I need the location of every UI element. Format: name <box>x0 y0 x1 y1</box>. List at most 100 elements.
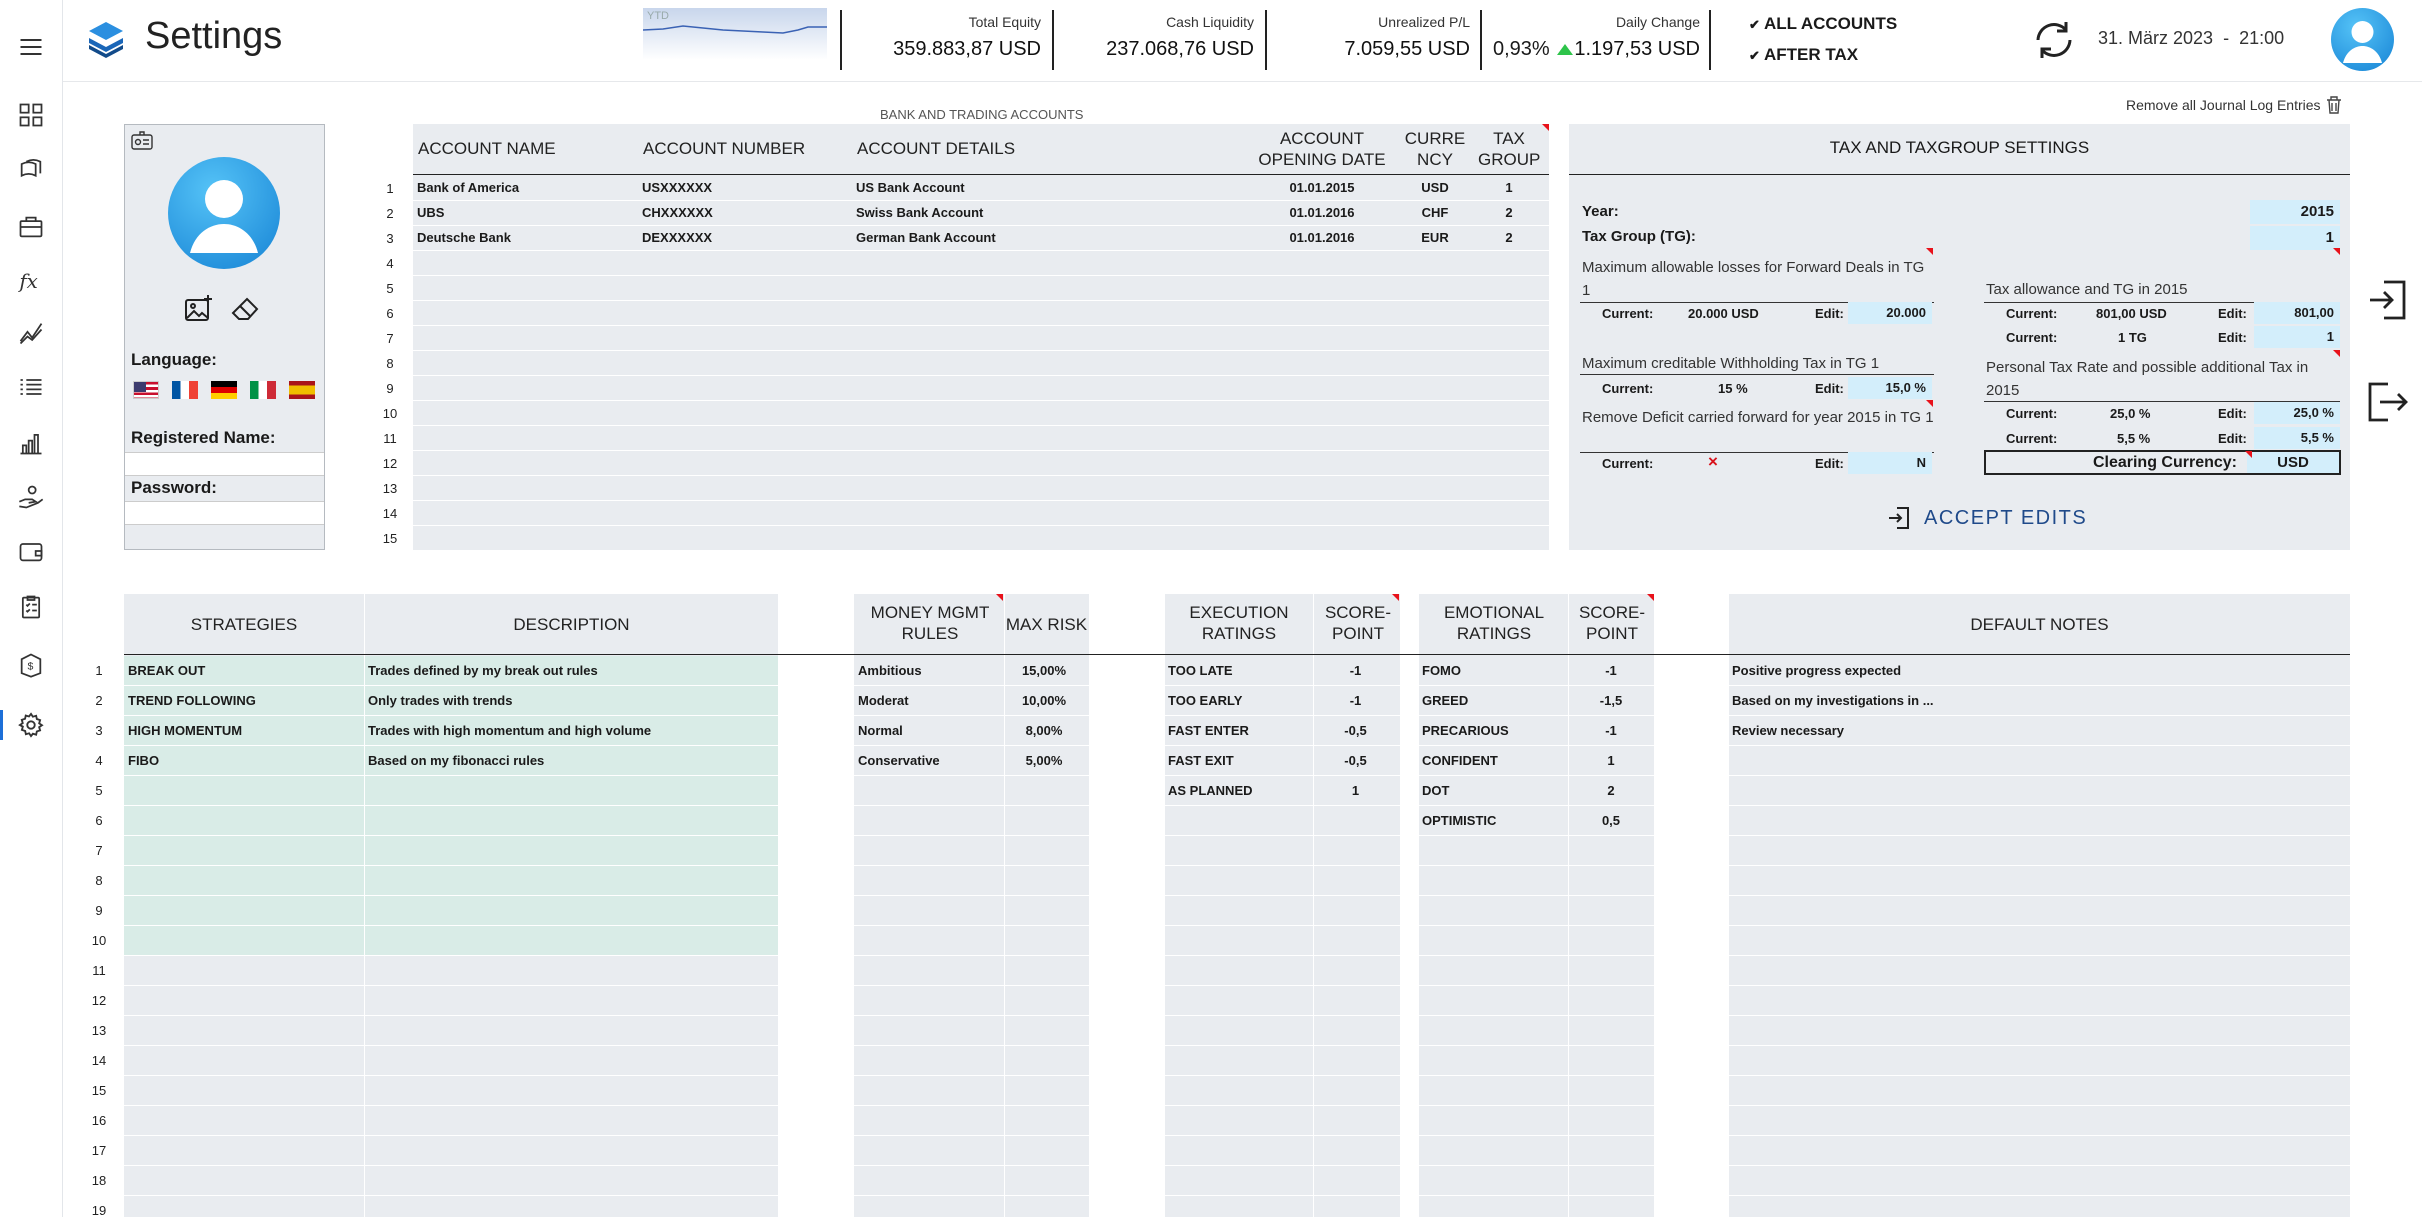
money-rule-cell[interactable]: Normal <box>858 723 998 738</box>
strategy-input-row[interactable] <box>124 866 778 895</box>
emotional-score-cell[interactable]: -1 <box>1568 723 1654 738</box>
emotional-score-cell[interactable]: -1,5 <box>1568 693 1654 708</box>
withholding-edit[interactable]: 15,0 % <box>1848 377 1932 399</box>
user-avatar[interactable] <box>2331 8 2394 71</box>
logout-icon[interactable] <box>2366 380 2408 424</box>
execution-rating-cell[interactable]: TOO LATE <box>1168 663 1308 678</box>
allowance-tg-edit[interactable]: 1 <box>2254 326 2340 348</box>
id-card-icon[interactable] <box>131 131 153 151</box>
fr-flag-icon[interactable] <box>172 381 198 399</box>
account-number-cell[interactable]: USXXXXXX <box>642 180 842 195</box>
strategy-input-row[interactable] <box>124 896 778 925</box>
account-ccy-cell[interactable]: USD <box>1400 180 1470 195</box>
trash-icon[interactable] <box>2326 96 2342 114</box>
emotional-rating-cell[interactable]: GREED <box>1422 693 1562 708</box>
emotional-score-cell[interactable]: 0,5 <box>1568 813 1654 828</box>
year-input[interactable]: 2015 <box>2250 200 2340 224</box>
execution-rating-cell[interactable]: FAST ENTER <box>1168 723 1308 738</box>
hamburger-menu-icon[interactable] <box>16 32 46 62</box>
refresh-icon[interactable] <box>2028 14 2080 66</box>
registered-name-input[interactable] <box>125 452 324 476</box>
journal-icon[interactable] <box>16 156 46 186</box>
strategy-input-row[interactable] <box>124 926 778 955</box>
default-note-cell[interactable]: Positive progress expected <box>1732 663 2232 678</box>
emotional-rating-cell[interactable]: CONFIDENT <box>1422 753 1562 768</box>
money-rule-cell[interactable]: Conservative <box>858 753 998 768</box>
execution-score-cell[interactable]: -1 <box>1313 693 1398 708</box>
rate-edit[interactable]: 25,0 % <box>2254 402 2340 424</box>
eraser-icon[interactable] <box>231 297 259 321</box>
emotional-rating-cell[interactable]: FOMO <box>1422 663 1562 678</box>
remove-journal-link[interactable]: Remove all Journal Log Entries <box>2126 97 2321 113</box>
execution-rating-cell[interactable]: FAST EXIT <box>1168 753 1308 768</box>
dashboard-icon[interactable] <box>16 100 46 130</box>
strategy-desc-cell[interactable]: Based on my fibonacci rules <box>368 753 768 768</box>
allowance-edit[interactable]: 801,00 <box>2254 302 2340 324</box>
max-risk-cell[interactable]: 15,00% <box>1004 663 1084 678</box>
settings-gear-icon[interactable] <box>16 710 46 740</box>
execution-score-cell[interactable]: -0,5 <box>1313 753 1398 768</box>
strategy-desc-cell[interactable]: Only trades with trends <box>368 693 768 708</box>
chart-line-icon[interactable] <box>16 318 46 348</box>
add-tax-edit[interactable]: 5,5 % <box>2254 427 2340 449</box>
us-flag-icon[interactable] <box>133 381 159 399</box>
account-tg-cell[interactable]: 2 <box>1478 205 1540 220</box>
tax-group-input[interactable]: 1 <box>2250 226 2340 250</box>
deficit-edit[interactable]: N <box>1848 452 1932 474</box>
default-note-cell[interactable]: Based on my investigations in ... <box>1732 693 2232 708</box>
toggle-after-tax[interactable]: ✔ AFTER TAX <box>1749 45 1858 65</box>
it-flag-icon[interactable] <box>250 381 276 399</box>
de-flag-icon[interactable] <box>211 381 237 399</box>
clearing-currency-value[interactable]: USD <box>2247 452 2339 473</box>
strategy-input-row[interactable] <box>124 776 778 805</box>
emotional-score-cell[interactable]: -1 <box>1568 663 1654 678</box>
max-loss-edit[interactable]: 20.000 <box>1848 302 1932 324</box>
account-number-cell[interactable]: DEXXXXXX <box>642 230 842 245</box>
account-tg-cell[interactable]: 1 <box>1478 180 1540 195</box>
account-ccy-cell[interactable]: EUR <box>1400 230 1470 245</box>
toggle-all-accounts[interactable]: ✔ ALL ACCOUNTS <box>1749 14 1897 34</box>
profile-avatar[interactable] <box>168 157 280 269</box>
account-name-cell[interactable]: Bank of America <box>417 180 617 195</box>
default-note-cell[interactable]: Review necessary <box>1732 723 2232 738</box>
strategy-desc-cell[interactable]: Trades with high momentum and high volum… <box>368 723 768 738</box>
account-number-cell[interactable]: CHXXXXXX <box>642 205 842 220</box>
account-details-cell[interactable]: Swiss Bank Account <box>856 205 1236 220</box>
execution-score-cell[interactable]: -1 <box>1313 663 1398 678</box>
max-risk-cell[interactable]: 8,00% <box>1004 723 1084 738</box>
emotional-rating-cell[interactable]: PRECARIOUS <box>1422 723 1562 738</box>
account-ccy-cell[interactable]: CHF <box>1400 205 1470 220</box>
emotional-score-cell[interactable]: 2 <box>1568 783 1654 798</box>
upload-image-icon[interactable] <box>184 294 214 322</box>
account-details-cell[interactable]: US Bank Account <box>856 180 1236 195</box>
list-icon[interactable] <box>16 372 46 402</box>
strategy-input-row[interactable] <box>124 806 778 835</box>
money-bag-icon[interactable]: $ <box>16 650 46 680</box>
strategy-name-cell[interactable]: BREAK OUT <box>128 663 358 678</box>
account-date-cell[interactable]: 01.01.2016 <box>1257 205 1387 220</box>
bar-chart-icon[interactable] <box>16 428 46 458</box>
account-details-cell[interactable]: German Bank Account <box>856 230 1236 245</box>
account-name-cell[interactable]: Deutsche Bank <box>417 230 617 245</box>
function-fx-icon[interactable]: fx <box>16 266 46 296</box>
account-date-cell[interactable]: 01.01.2015 <box>1257 180 1387 195</box>
login-icon[interactable] <box>2366 278 2408 322</box>
account-date-cell[interactable]: 01.01.2016 <box>1257 230 1387 245</box>
max-risk-cell[interactable]: 5,00% <box>1004 753 1084 768</box>
max-risk-cell[interactable]: 10,00% <box>1004 693 1084 708</box>
emotional-score-cell[interactable]: 1 <box>1568 753 1654 768</box>
account-name-cell[interactable]: UBS <box>417 205 617 220</box>
wallet-icon[interactable] <box>16 536 46 566</box>
money-rule-cell[interactable]: Moderat <box>858 693 998 708</box>
clipboard-checklist-icon[interactable] <box>16 592 46 622</box>
strategy-name-cell[interactable]: TREND FOLLOWING <box>128 693 358 708</box>
strategy-name-cell[interactable]: HIGH MOMENTUM <box>128 723 358 738</box>
password-input[interactable] <box>125 501 324 525</box>
execution-rating-cell[interactable]: AS PLANNED <box>1168 783 1308 798</box>
hand-money-icon[interactable] <box>16 482 46 512</box>
execution-rating-cell[interactable]: TOO EARLY <box>1168 693 1308 708</box>
account-tg-cell[interactable]: 2 <box>1478 230 1540 245</box>
strategy-input-row[interactable] <box>124 836 778 865</box>
strategy-name-cell[interactable]: FIBO <box>128 753 358 768</box>
money-rule-cell[interactable]: Ambitious <box>858 663 998 678</box>
